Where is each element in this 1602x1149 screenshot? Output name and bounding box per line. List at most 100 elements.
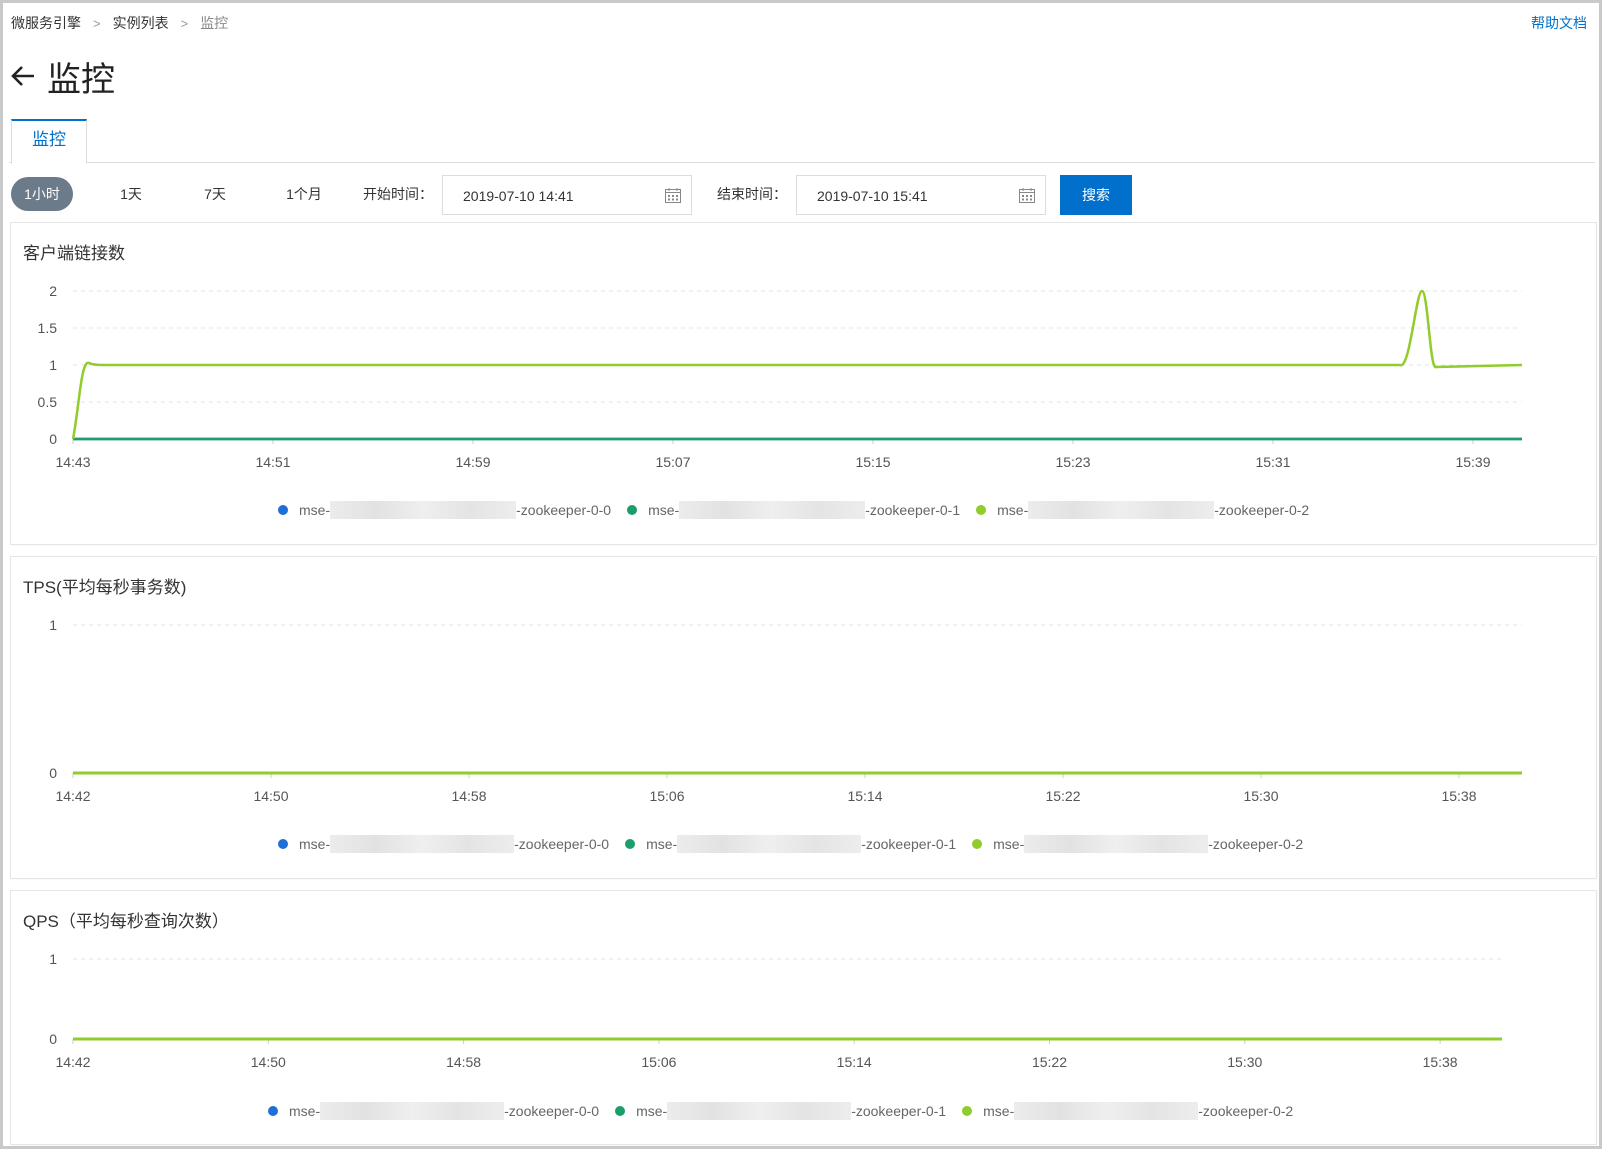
legend-label-prefix: mse- [983, 1103, 1015, 1119]
x-tick-label: 14:50 [251, 1054, 286, 1070]
time-range-toolbar: 1小时 1天 7天 1个月 开始时间： 2019-07-10 14:41 结束时… [9, 175, 1595, 217]
legend-item[interactable]: mse- -zookeeper-0-1 [615, 1102, 946, 1120]
client-connections-chart: 0 0.5 1 1.5 2 14:43 14:51 14:59 15:07 15:15 15:23 1… [38, 283, 1523, 470]
x-tick-label: 15:23 [1055, 454, 1090, 470]
legend-label-suffix: -zookeeper-0-0 [516, 502, 612, 518]
search-button[interactable]: 搜索 [1060, 175, 1132, 215]
y-tick-label: 1 [49, 617, 57, 633]
legend-label: mse- -zookeeper-0-1 [648, 501, 960, 519]
series-line-2 [71, 289, 1523, 440]
client-connections-panel: 客户端链接数 0 0.5 1 1.5 2 14:43 14:51 14:59 15:07 15:1… [10, 222, 1597, 545]
x-tick-label: 15:14 [837, 1054, 872, 1070]
y-tick-label: 1 [49, 951, 57, 967]
range-7-days-button[interactable]: 7天 [197, 177, 233, 211]
legend-item[interactable]: mse- -zookeeper-0-1 [627, 501, 960, 519]
x-tick-label: 15:38 [1441, 788, 1476, 804]
x-tick-label: 15:07 [655, 454, 690, 470]
calendar-icon[interactable] [665, 188, 681, 203]
y-tick-label: 2 [49, 283, 57, 299]
breadcrumb-item-current: 监控 [200, 15, 229, 31]
y-tick-label: 1 [49, 357, 57, 373]
y-tick-label: 0 [49, 431, 57, 447]
legend-label: mse- -zookeeper-0-0 [299, 835, 609, 853]
chart-legend: mse- -zookeeper-0-0 mse- -zookeeper-0-1 mse-… [268, 1102, 1309, 1120]
breadcrumb-separator-icon: > [93, 15, 101, 31]
legend-label: mse- -zookeeper-0-1 [636, 1102, 946, 1120]
x-tick-label: 15:06 [641, 1054, 676, 1070]
range-1-hour-button[interactable]: 1小时 [11, 177, 73, 211]
legend-label-suffix: -zookeeper-0-1 [861, 836, 957, 852]
legend-item[interactable]: mse- -zookeeper-0-0 [278, 501, 611, 519]
legend-label-suffix: -zookeeper-0-0 [514, 836, 610, 852]
x-tick-label: 14:51 [255, 454, 290, 470]
x-tick-label: 15:14 [847, 788, 882, 804]
calendar-icon[interactable] [1019, 188, 1035, 203]
help-docs-link[interactable]: 帮助文档 [1531, 13, 1587, 33]
x-tick-label: 15:31 [1255, 454, 1290, 470]
start-time-label: 开始时间： [363, 186, 433, 202]
y-tick-label: 0.5 [38, 394, 58, 410]
start-time-input[interactable]: 2019-07-10 14:41 [442, 175, 692, 215]
legend-item[interactable]: mse- -zookeeper-0-2 [962, 1102, 1293, 1120]
legend-label-prefix: mse- [289, 1103, 321, 1119]
legend-label-suffix: -zookeeper-0-2 [1214, 502, 1310, 518]
legend-dot-icon [976, 505, 987, 515]
redacted-region [330, 835, 515, 853]
legend-label-suffix: -zookeeper-0-1 [865, 502, 961, 518]
legend-item[interactable]: mse- -zookeeper-0-2 [976, 501, 1309, 519]
legend-label-prefix: mse- [648, 502, 680, 518]
breadcrumb-item-engine[interactable]: 微服务引擎 [11, 13, 81, 33]
legend-label-prefix: mse- [646, 836, 678, 852]
redacted-region [1014, 1102, 1199, 1120]
x-tick-label: 15:38 [1423, 1054, 1458, 1070]
chart-legend: mse- -zookeeper-0-0 mse- -zookeeper-0-1 mse-… [278, 835, 1319, 853]
start-time-value: 2019-07-10 14:41 [463, 188, 574, 204]
x-tick-label: 14:42 [55, 788, 90, 804]
redacted-region [1028, 501, 1215, 519]
range-1-day-button[interactable]: 1天 [113, 177, 149, 211]
tps-panel: TPS(平均每秒事务数) 0 1 14:42 14:50 14:58 15:06 15:14… [10, 556, 1597, 879]
tab-bar: 监控 [9, 119, 1595, 164]
end-time-label: 结束时间： [717, 186, 787, 202]
tps-chart: 0 1 14:42 14:50 14:58 15:06 15:14 15:22 15:30 15:… [49, 617, 1522, 804]
x-tick-label: 14:59 [455, 454, 490, 470]
arrow-left-icon[interactable] [9, 62, 37, 90]
legend-label-suffix: -zookeeper-0-2 [1198, 1103, 1294, 1119]
breadcrumb-item-instances[interactable]: 实例列表 [113, 13, 169, 33]
redacted-region [1024, 835, 1209, 853]
tab-monitor[interactable]: 监控 [11, 119, 87, 164]
legend-dot-icon [278, 839, 288, 849]
legend-item[interactable]: mse- -zookeeper-0-0 [278, 835, 609, 853]
breadcrumb: 微服务引擎 > 实例列表 > 监控 [11, 13, 228, 33]
x-tick-label: 15:22 [1045, 788, 1080, 804]
legend-dot-icon [278, 505, 288, 515]
legend-label-prefix: mse- [993, 836, 1025, 852]
legend-label: mse- -zookeeper-0-1 [646, 835, 956, 853]
x-tick-label: 15:15 [855, 454, 890, 470]
x-tick-label: 15:30 [1243, 788, 1278, 804]
end-time-input[interactable]: 2019-07-10 15:41 [796, 175, 1046, 215]
redacted-region [320, 1102, 505, 1120]
legend-label: mse- -zookeeper-0-2 [983, 1102, 1293, 1120]
legend-label-prefix: mse- [636, 1103, 668, 1119]
legend-label: mse- -zookeeper-0-2 [997, 501, 1309, 519]
breadcrumb-separator-icon: > [180, 15, 189, 31]
x-tick-label: 14:43 [55, 454, 90, 470]
legend-label-suffix: -zookeeper-0-1 [851, 1103, 947, 1119]
x-tick-label: 14:58 [451, 788, 486, 804]
top-bar: 微服务引擎 > 实例列表 > 监控 帮助文档 [9, 11, 1595, 33]
x-tick-label: 15:30 [1227, 1054, 1262, 1070]
legend-label: mse- -zookeeper-0-2 [993, 835, 1303, 853]
redacted-region [679, 501, 866, 519]
legend-dot-icon [625, 839, 636, 849]
legend-item[interactable]: mse- -zookeeper-0-2 [972, 835, 1303, 853]
x-tick-label: 15:39 [1455, 454, 1490, 470]
range-1-month-button[interactable]: 1个月 [281, 177, 327, 211]
legend-label: mse- -zookeeper-0-0 [299, 501, 611, 519]
legend-item[interactable]: mse- -zookeeper-0-0 [268, 1102, 599, 1120]
legend-dot-icon [972, 839, 983, 849]
legend-label-prefix: mse- [997, 502, 1029, 518]
y-tick-label: 1.5 [38, 320, 58, 336]
legend-item[interactable]: mse- -zookeeper-0-1 [625, 835, 956, 853]
page-title: 监控 [47, 60, 115, 99]
